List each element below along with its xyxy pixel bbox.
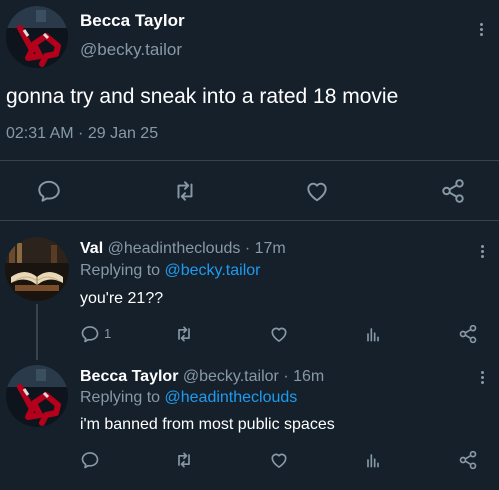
divider — [0, 220, 499, 221]
display-name[interactable]: Val — [80, 240, 103, 257]
reply-age: · 16m — [283, 368, 325, 385]
retweet-icon[interactable] — [172, 178, 198, 204]
reply-age: · 17m — [244, 240, 286, 257]
display-name[interactable]: Becca Taylor — [80, 368, 178, 385]
reply-icon[interactable] — [36, 178, 62, 204]
share-icon[interactable] — [458, 450, 478, 470]
tweet-text: gonna try and sneak into a rated 18 movi… — [6, 85, 399, 108]
replying-to-link[interactable]: @becky.tailor — [165, 262, 261, 279]
retweet-icon[interactable] — [174, 324, 194, 344]
reply-count: 1 — [104, 326, 112, 341]
reply-header: Val @headintheclouds · 17m — [80, 240, 286, 258]
stats-icon[interactable] — [363, 324, 383, 344]
more-icon[interactable] — [480, 21, 483, 38]
reply-icon[interactable] — [80, 324, 100, 344]
heart-icon[interactable] — [269, 450, 289, 470]
avatar[interactable] — [5, 237, 69, 301]
display-name[interactable]: Becca Taylor — [80, 11, 185, 31]
reply-text: you're 21?? — [80, 290, 164, 307]
avatar[interactable] — [6, 365, 68, 427]
replying-to-label: Replying to — [80, 262, 161, 279]
more-icon[interactable] — [481, 243, 484, 260]
heart-icon[interactable] — [304, 178, 330, 204]
timestamp: 02:31 AM · 29 Jan 25 — [6, 125, 159, 142]
share-icon[interactable] — [440, 178, 466, 204]
share-icon[interactable] — [458, 324, 478, 344]
handle[interactable]: @becky.tailor — [183, 368, 279, 385]
thread-line — [36, 304, 38, 360]
replying-to: Replying to @headintheclouds — [80, 389, 297, 407]
more-icon[interactable] — [481, 369, 484, 386]
reply-header: Becca Taylor @becky.tailor · 16m — [80, 368, 324, 386]
handle[interactable]: @becky.tailor — [80, 40, 182, 60]
divider — [0, 160, 499, 161]
retweet-icon[interactable] — [174, 450, 194, 470]
avatar[interactable] — [6, 6, 68, 68]
heart-icon[interactable] — [269, 324, 289, 344]
reply-icon[interactable] — [80, 450, 100, 470]
handle[interactable]: @headintheclouds — [108, 240, 241, 257]
stats-icon[interactable] — [363, 450, 383, 470]
reply-text: i'm banned from most public spaces — [80, 416, 335, 433]
replying-to-link[interactable]: @headintheclouds — [165, 389, 298, 406]
replying-to: Replying to @becky.tailor — [80, 262, 260, 280]
replying-to-label: Replying to — [80, 389, 161, 406]
